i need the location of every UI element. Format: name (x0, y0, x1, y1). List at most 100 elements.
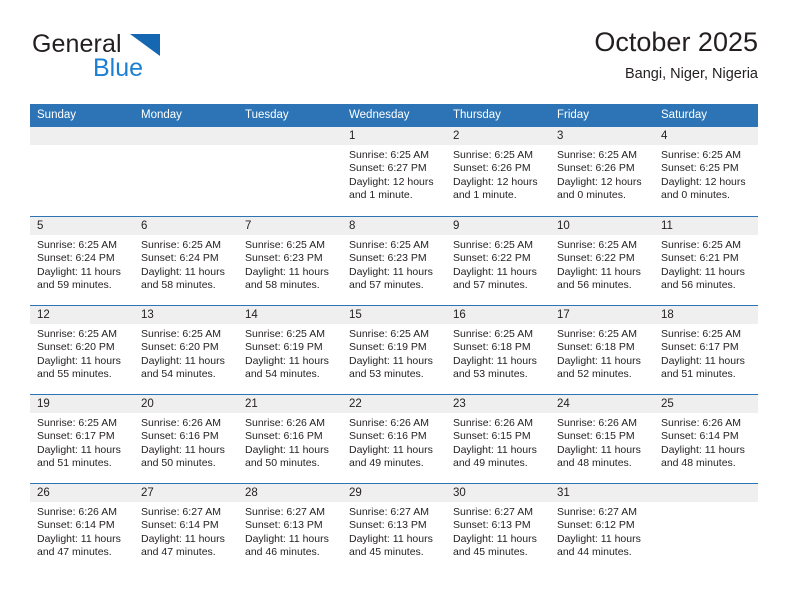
sunrise-text: Sunrise: 6:25 AM (349, 328, 429, 340)
day-cell[interactable]: 15 Sunrise: 6:25 AM Sunset: 6:19 PM Dayligh… (342, 306, 446, 394)
day-details: Sunrise: 6:27 AM Sunset: 6:13 PM Daylight:… (238, 502, 342, 560)
page-banner: General Blue October 2025 Bangi, Niger, … (30, 26, 758, 98)
day-number: 15 (342, 306, 446, 324)
day-number (238, 127, 342, 145)
day-number: 1 (342, 127, 446, 145)
day-cell[interactable]: 29 Sunrise: 6:27 AM Sunset: 6:13 PM Dayligh… (342, 484, 446, 572)
day-cell[interactable]: 22 Sunrise: 6:26 AM Sunset: 6:16 PM Dayligh… (342, 395, 446, 483)
day-cell[interactable]: 6 Sunrise: 6:25 AM Sunset: 6:24 PM Daylight… (134, 217, 238, 305)
day-details: Sunrise: 6:27 AM Sunset: 6:13 PM Daylight:… (342, 502, 446, 560)
day-cell[interactable]: 28 Sunrise: 6:27 AM Sunset: 6:13 PM Dayligh… (238, 484, 342, 572)
sunset-text: Sunset: 6:23 PM (349, 252, 427, 265)
weekday-header-row: Sunday Monday Tuesday Wednesday Thursday Frid… (30, 104, 758, 127)
daylight-text: Daylight: 11 hours and 54 minutes. (245, 354, 329, 381)
daylight-text: Daylight: 11 hours and 55 minutes. (37, 354, 121, 381)
day-cell[interactable]: 2 Sunrise: 6:25 AM Sunset: 6:26 PM Daylight… (446, 127, 550, 216)
week-row: 12 Sunrise: 6:25 AM Sunset: 6:20 PM Dayligh… (30, 305, 758, 394)
day-details: Sunrise: 6:25 AM Sunset: 6:26 PM Daylight:… (550, 145, 654, 203)
day-details: Sunrise: 6:25 AM Sunset: 6:22 PM Daylight:… (550, 235, 654, 293)
sunset-text: Sunset: 6:22 PM (557, 252, 635, 265)
day-cell[interactable]: 14 Sunrise: 6:25 AM Sunset: 6:19 PM Dayligh… (238, 306, 342, 394)
day-details: Sunrise: 6:25 AM Sunset: 6:19 PM Daylight:… (238, 324, 342, 382)
day-details: Sunrise: 6:26 AM Sunset: 6:15 PM Daylight:… (550, 413, 654, 471)
week-row: 5 Sunrise: 6:25 AM Sunset: 6:24 PM Daylight… (30, 216, 758, 305)
day-number: 14 (238, 306, 342, 324)
daylight-text: Daylight: 11 hours and 48 minutes. (661, 443, 745, 470)
day-number: 13 (134, 306, 238, 324)
sunrise-text: Sunrise: 6:25 AM (661, 239, 741, 251)
day-cell[interactable]: 23 Sunrise: 6:26 AM Sunset: 6:15 PM Dayligh… (446, 395, 550, 483)
sunrise-text: Sunrise: 6:25 AM (37, 328, 117, 340)
day-cell[interactable]: 25 Sunrise: 6:26 AM Sunset: 6:14 PM Dayligh… (654, 395, 758, 483)
page-title: October 2025 (594, 27, 758, 57)
day-cell[interactable]: 30 Sunrise: 6:27 AM Sunset: 6:13 PM Dayligh… (446, 484, 550, 572)
day-details: Sunrise: 6:25 AM Sunset: 6:24 PM Daylight:… (30, 235, 134, 293)
day-number: 17 (550, 306, 654, 324)
sunrise-text: Sunrise: 6:27 AM (453, 506, 533, 518)
sunrise-text: Sunrise: 6:26 AM (453, 417, 533, 429)
day-details: Sunrise: 6:25 AM Sunset: 6:23 PM Daylight:… (238, 235, 342, 293)
day-cell[interactable]: 17 Sunrise: 6:25 AM Sunset: 6:18 PM Dayligh… (550, 306, 654, 394)
daylight-text: Daylight: 11 hours and 49 minutes. (349, 443, 433, 470)
day-cell[interactable]: 19 Sunrise: 6:25 AM Sunset: 6:17 PM Dayligh… (30, 395, 134, 483)
daylight-text: Daylight: 11 hours and 57 minutes. (453, 265, 537, 292)
day-details: Sunrise: 6:25 AM Sunset: 6:24 PM Daylight:… (134, 235, 238, 293)
sunrise-text: Sunrise: 6:25 AM (37, 417, 117, 429)
calendar-page: General Blue October 2025 Bangi, Niger, … (0, 0, 792, 612)
day-cell[interactable]: 24 Sunrise: 6:26 AM Sunset: 6:15 PM Dayligh… (550, 395, 654, 483)
day-number: 3 (550, 127, 654, 145)
day-cell[interactable]: 4 Sunrise: 6:25 AM Sunset: 6:25 PM Daylight… (654, 127, 758, 216)
day-cell[interactable]: 18 Sunrise: 6:25 AM Sunset: 6:17 PM Dayligh… (654, 306, 758, 394)
day-details: Sunrise: 6:27 AM Sunset: 6:12 PM Daylight:… (550, 502, 654, 560)
day-details: Sunrise: 6:25 AM Sunset: 6:18 PM Daylight:… (446, 324, 550, 382)
day-cell[interactable]: 13 Sunrise: 6:25 AM Sunset: 6:20 PM Dayligh… (134, 306, 238, 394)
day-cell[interactable]: 12 Sunrise: 6:25 AM Sunset: 6:20 PM Dayligh… (30, 306, 134, 394)
sunrise-text: Sunrise: 6:25 AM (349, 239, 429, 251)
sunrise-text: Sunrise: 6:26 AM (245, 417, 325, 429)
day-cell[interactable]: 11 Sunrise: 6:25 AM Sunset: 6:21 PM Dayligh… (654, 217, 758, 305)
day-cell[interactable]: 9 Sunrise: 6:25 AM Sunset: 6:22 PM Daylight… (446, 217, 550, 305)
calendar-grid: Sunday Monday Tuesday Wednesday Thursday Frid… (30, 104, 758, 572)
day-details: Sunrise: 6:27 AM Sunset: 6:14 PM Daylight:… (134, 502, 238, 560)
sunrise-text: Sunrise: 6:27 AM (557, 506, 637, 518)
sunrise-text: Sunrise: 6:26 AM (349, 417, 429, 429)
daylight-text: Daylight: 11 hours and 56 minutes. (557, 265, 641, 292)
sunset-text: Sunset: 6:18 PM (453, 341, 531, 354)
day-number (654, 484, 758, 502)
day-cell[interactable]: 26 Sunrise: 6:26 AM Sunset: 6:14 PM Dayligh… (30, 484, 134, 572)
day-cell-empty (654, 484, 758, 572)
sunset-text: Sunset: 6:13 PM (349, 519, 427, 532)
day-cell[interactable]: 27 Sunrise: 6:27 AM Sunset: 6:14 PM Dayligh… (134, 484, 238, 572)
sunset-text: Sunset: 6:19 PM (245, 341, 323, 354)
day-cell[interactable]: 3 Sunrise: 6:25 AM Sunset: 6:26 PM Daylight… (550, 127, 654, 216)
sunset-text: Sunset: 6:24 PM (37, 252, 115, 265)
day-cell[interactable]: 1 Sunrise: 6:25 AM Sunset: 6:27 PM Daylight… (342, 127, 446, 216)
day-number: 22 (342, 395, 446, 413)
day-number: 30 (446, 484, 550, 502)
sunrise-text: Sunrise: 6:26 AM (557, 417, 637, 429)
sunset-text: Sunset: 6:25 PM (661, 162, 739, 175)
day-cell[interactable]: 16 Sunrise: 6:25 AM Sunset: 6:18 PM Dayligh… (446, 306, 550, 394)
day-cell[interactable]: 31 Sunrise: 6:27 AM Sunset: 6:12 PM Dayligh… (550, 484, 654, 572)
day-cell[interactable]: 10 Sunrise: 6:25 AM Sunset: 6:22 PM Dayligh… (550, 217, 654, 305)
sunrise-text: Sunrise: 6:27 AM (245, 506, 325, 518)
general-blue-logo[interactable]: General Blue (30, 26, 220, 88)
day-number: 5 (30, 217, 134, 235)
sunrise-text: Sunrise: 6:25 AM (453, 328, 533, 340)
day-number: 11 (654, 217, 758, 235)
sunrise-text: Sunrise: 6:25 AM (453, 239, 533, 251)
weekday-header-saturday: Saturday (661, 109, 708, 121)
day-number: 19 (30, 395, 134, 413)
day-cell[interactable]: 8 Sunrise: 6:25 AM Sunset: 6:23 PM Daylight… (342, 217, 446, 305)
day-cell[interactable]: 5 Sunrise: 6:25 AM Sunset: 6:24 PM Daylight… (30, 217, 134, 305)
day-details: Sunrise: 6:25 AM Sunset: 6:18 PM Daylight:… (550, 324, 654, 382)
sunset-text: Sunset: 6:21 PM (661, 252, 739, 265)
day-details: Sunrise: 6:25 AM Sunset: 6:19 PM Daylight:… (342, 324, 446, 382)
day-number: 10 (550, 217, 654, 235)
day-cell[interactable]: 21 Sunrise: 6:26 AM Sunset: 6:16 PM Dayligh… (238, 395, 342, 483)
daylight-text: Daylight: 11 hours and 45 minutes. (453, 532, 537, 559)
daylight-text: Daylight: 11 hours and 50 minutes. (141, 443, 225, 470)
day-cell[interactable]: 7 Sunrise: 6:25 AM Sunset: 6:23 PM Daylight… (238, 217, 342, 305)
day-cell-empty (30, 127, 134, 216)
day-cell[interactable]: 20 Sunrise: 6:26 AM Sunset: 6:16 PM Dayligh… (134, 395, 238, 483)
